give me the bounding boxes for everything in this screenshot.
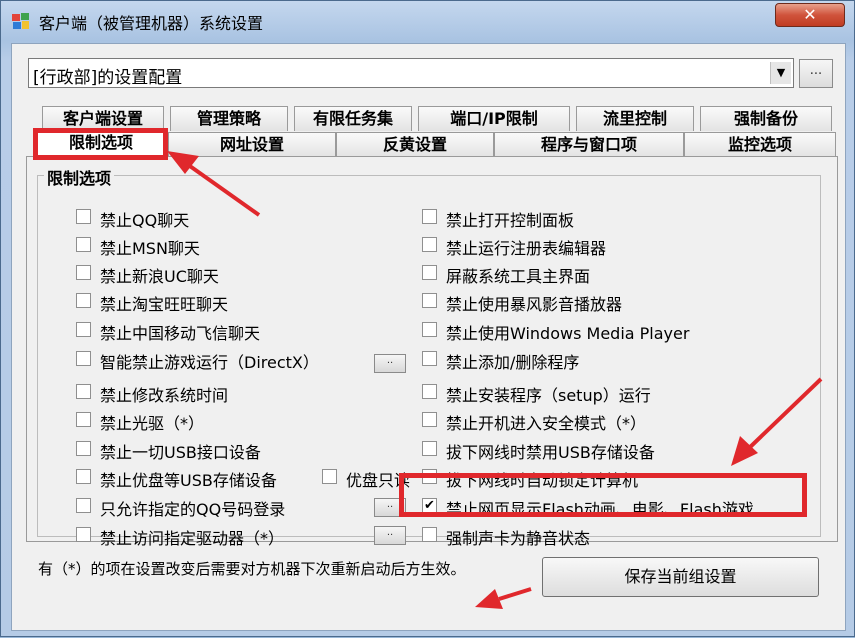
- settings-window: 客户端（被管理机器）系统设置 ✕ [行政部]的设置配置 ▼ ... 客户端设置管…: [0, 0, 855, 637]
- arrow-to-tab-line: [185, 162, 261, 217]
- arrow-to-save-line: [498, 587, 532, 601]
- arrow-to-flash-head: [731, 436, 758, 466]
- arrow-to-flash-line: [744, 377, 823, 453]
- annotation-arrows: [167, 151, 823, 609]
- arrow-to-save-head: [475, 589, 503, 609]
